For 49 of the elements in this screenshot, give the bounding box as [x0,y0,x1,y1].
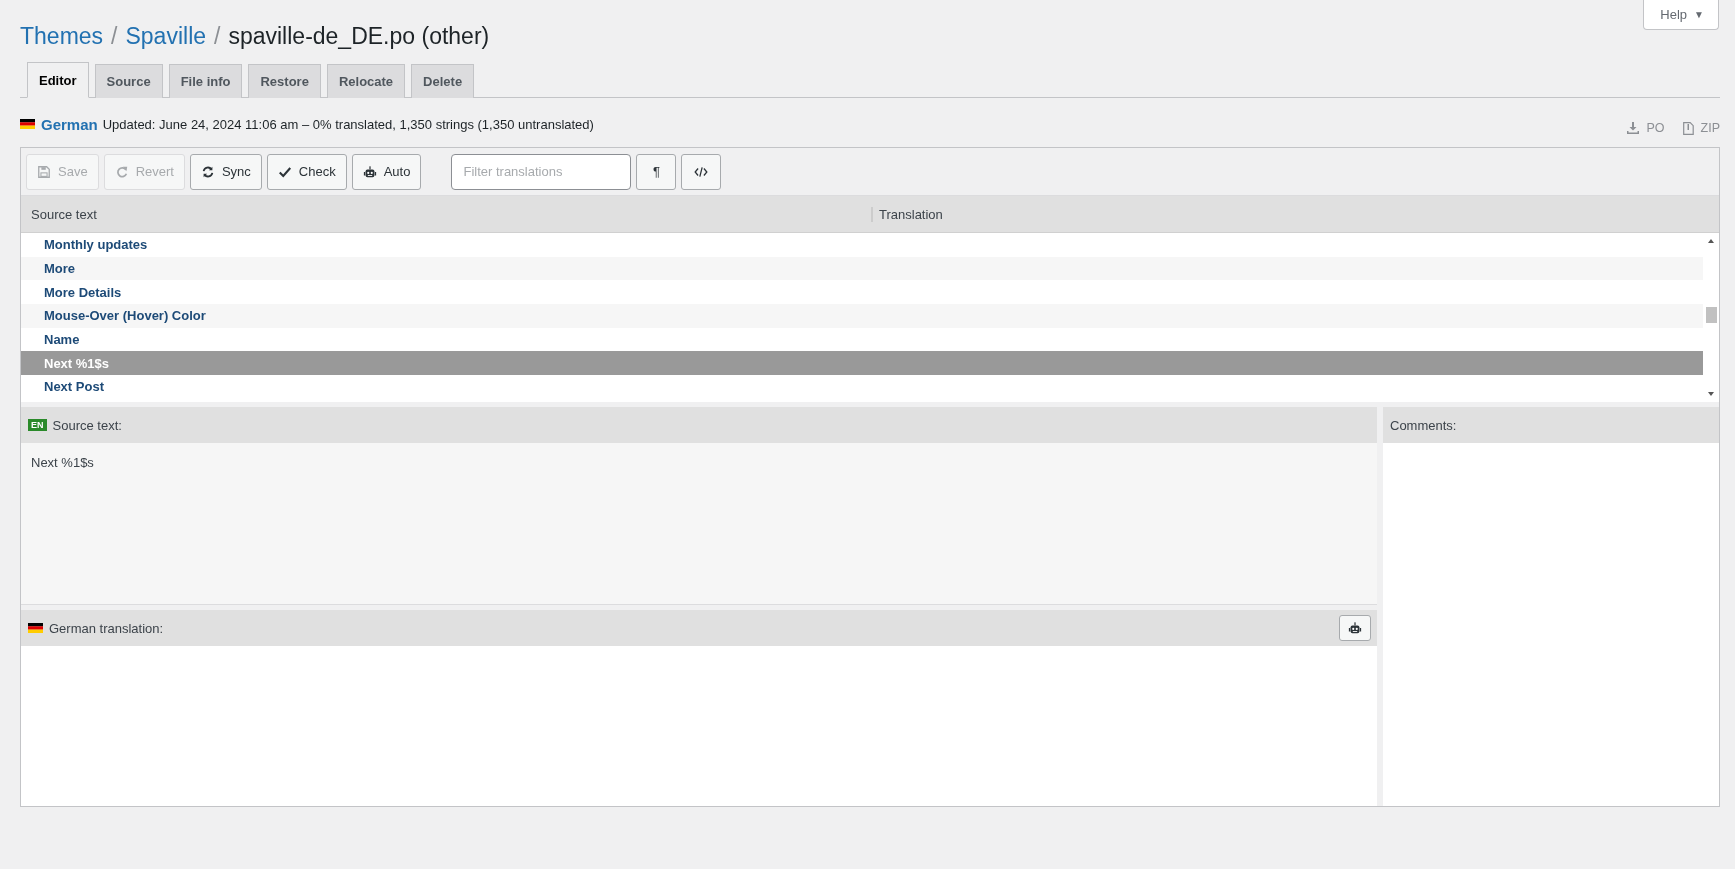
help-button[interactable]: Help ▼ [1643,0,1719,30]
column-header[interactable]: Translation [871,206,1719,222]
language-link[interactable]: German [41,115,98,133]
german-flag-icon [28,623,43,633]
robot-icon [362,164,377,179]
check-icon [277,164,292,179]
download-link[interactable]: PO [1627,121,1665,135]
save-icon [37,164,51,179]
tab[interactable]: Restore [248,64,321,98]
language-badge: EN [28,419,47,431]
tab[interactable]: Editor [27,62,89,98]
toolbar-button[interactable]: Check [266,153,347,190]
string-row[interactable]: Monthly updates [21,233,1703,257]
string-row[interactable]: More Details [21,280,1703,305]
column-header[interactable]: Source text [21,206,871,222]
german-flag-icon [20,119,35,129]
download-icon [1627,122,1640,134]
pilcrow-button[interactable]: ¶ [636,153,677,190]
tab[interactable]: Relocate [326,64,406,98]
pane-title: Comments: [1390,417,1457,433]
translation-field[interactable] [21,646,1377,806]
file-summary: Updated: June 24, 2024 11:06 am – 0% translated, 1,350 strings (1,350 untranslated) [102,116,594,132]
string-row[interactable]: Name [21,327,1703,352]
pane-title: German translation: [49,620,164,636]
auto-translate-button[interactable] [1339,615,1371,641]
code-view-button[interactable] [681,153,722,190]
robot-icon [1348,621,1362,635]
pane-title: Source text: [52,417,122,433]
string-row[interactable]: Mouse-Over (Hover) Color [21,304,1703,328]
source-text: Next %1$s [31,455,94,470]
string-row[interactable]: Next %1$s [21,351,1703,376]
toolbar-button[interactable]: Sync [189,153,262,190]
tab[interactable]: File info [168,64,243,98]
download-link[interactable]: ZIP [1682,121,1720,135]
tab[interactable]: Delete [411,64,475,98]
code-icon [694,164,709,179]
string-row[interactable]: More [21,256,1703,281]
toolbar-button[interactable]: Auto [351,153,422,190]
file-icon [1682,121,1694,135]
breadcrumb-link[interactable]: Spaville [125,23,207,50]
filter-field[interactable]: Filter translations [451,153,632,190]
revert-icon [114,164,129,179]
breadcrumb-separator: / [111,23,118,50]
sync-icon [200,164,215,179]
breadcrumb-link[interactable]: Themes [20,23,104,50]
string-row[interactable]: Next Post [21,375,1703,399]
page-title: spaville-de_DE.po (other) [228,23,490,50]
breadcrumb-separator: / [214,23,221,50]
tab[interactable]: Source [94,64,163,98]
